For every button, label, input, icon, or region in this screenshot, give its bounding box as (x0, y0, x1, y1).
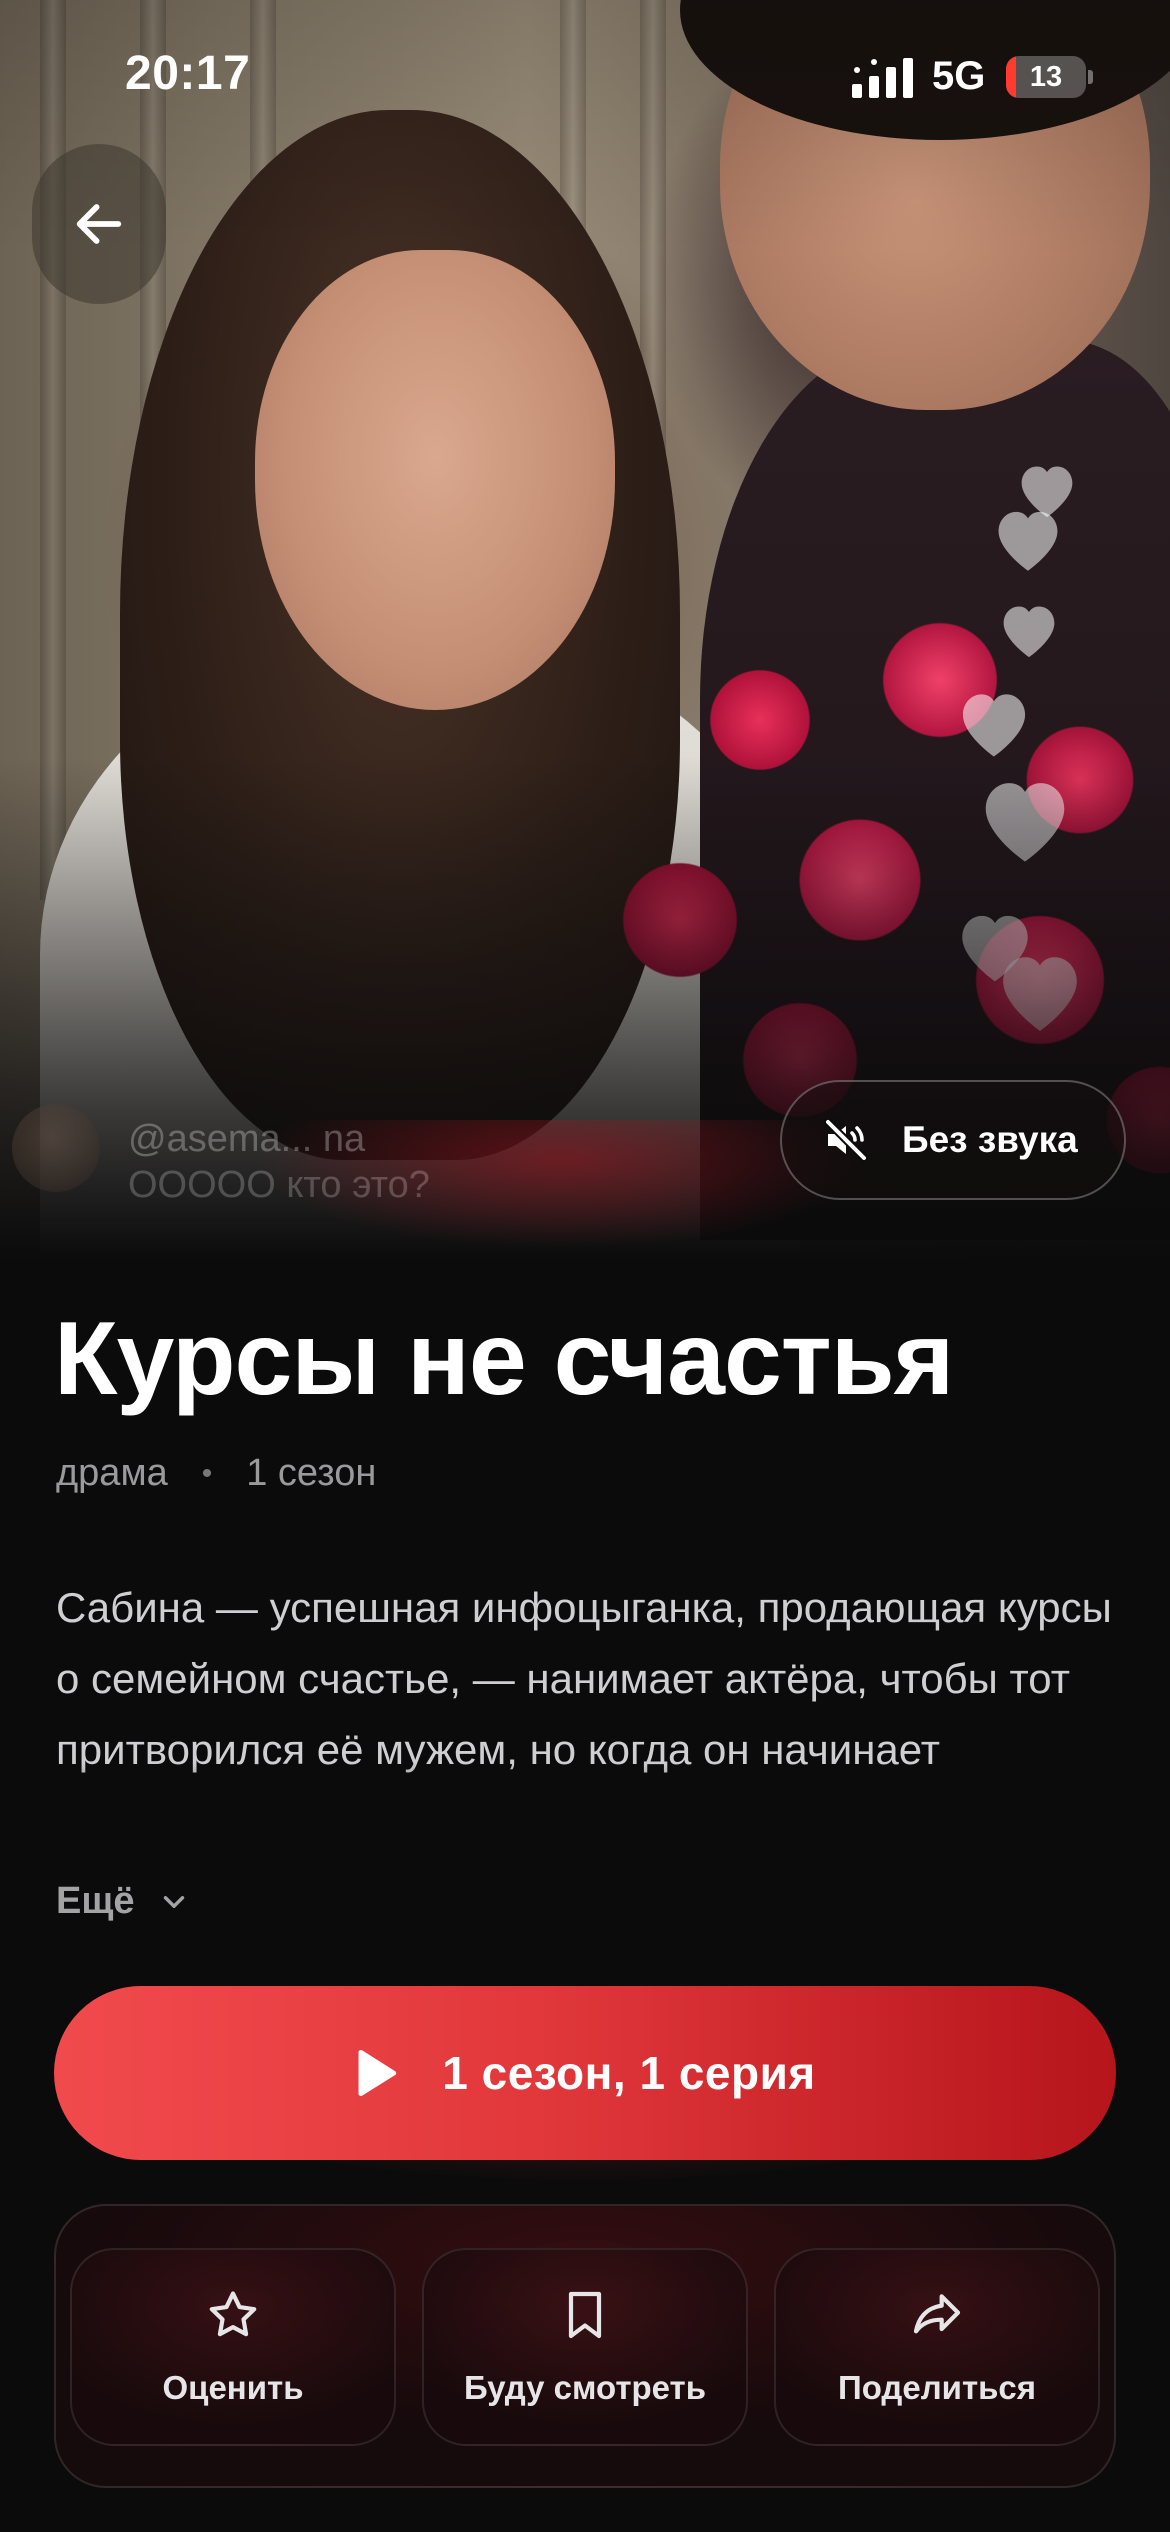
battery-percent: 13 (1029, 61, 1063, 93)
comment-username: @asema... na (128, 1118, 366, 1160)
arrow-left-icon (76, 204, 122, 244)
watchlist-label: Буду смотреть (463, 2369, 707, 2406)
show-meta: драма • 1 сезон (56, 1452, 376, 1495)
rate-button[interactable]: Оценить (70, 2248, 396, 2446)
share-label: Поделиться (837, 2369, 1037, 2406)
genre-label: драма (56, 1452, 168, 1494)
share-icon (913, 2294, 961, 2334)
rate-label: Оценить (162, 2369, 304, 2406)
cellular-signal-icon (852, 58, 913, 98)
play-label: 1 сезон, 1 серия (442, 2047, 816, 2099)
speaker-muted-icon (824, 1118, 868, 1162)
meta-separator: • (201, 1456, 213, 1490)
share-button[interactable]: Поделиться (774, 2248, 1100, 2446)
back-button[interactable] (32, 144, 166, 304)
play-episode-button[interactable]: 1 сезон, 1 серия (54, 1986, 1116, 2160)
watchlist-button[interactable]: Буду смотреть (422, 2248, 748, 2446)
show-title: Курсы не счастья (54, 1301, 954, 1417)
seasons-label: 1 сезон (246, 1452, 377, 1494)
comment-text: OOOOO кто это? (128, 1164, 430, 1206)
show-description: Сабина — успешная инфоцыганка, продающая… (56, 1584, 1112, 1773)
status-time: 20:17 (125, 47, 251, 100)
chevron-down-icon (163, 1895, 184, 1908)
battery-cap (1088, 70, 1093, 84)
status-bar: 20:17 5G 13 (0, 0, 1170, 150)
play-icon (358, 2050, 397, 2096)
comment-avatar (12, 1104, 100, 1192)
mute-button[interactable]: Без звука (780, 1080, 1126, 1200)
network-type: 5G (932, 54, 986, 98)
bookmark-icon (568, 2291, 602, 2339)
expand-description-button[interactable]: Ещё (56, 1880, 191, 1923)
star-icon (209, 2291, 257, 2337)
more-label: Ещё (56, 1880, 135, 1922)
video-preview[interactable] (0, 0, 1170, 1260)
battery-indicator: 13 (1006, 56, 1086, 98)
show-details-screen: 20:17 5G 13 @asema... na OOOOO кто это? (0, 0, 1170, 2532)
mute-label: Без звука (902, 1119, 1078, 1160)
video-fade-overlay (0, 0, 1170, 1260)
